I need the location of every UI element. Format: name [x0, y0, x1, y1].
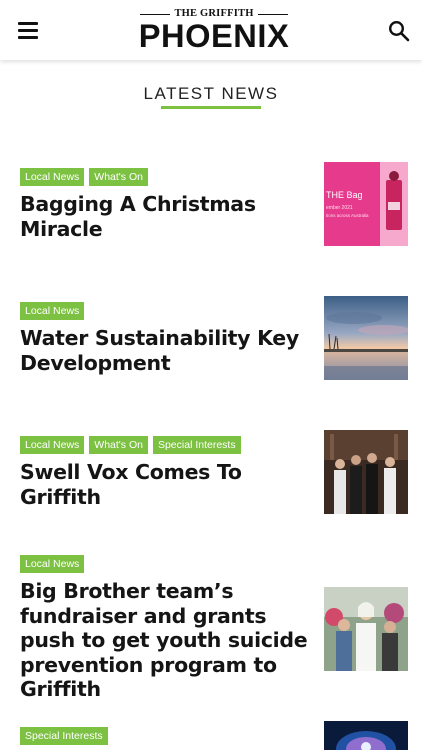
- thumb-text: THE Bag: [326, 190, 363, 200]
- article-tags: Local News What's On Special Interests: [20, 436, 246, 454]
- article-headline[interactable]: Water Sustainability Key Development: [20, 326, 310, 375]
- article-thumbnail[interactable]: THE Bag ember 2021 tions across Australi…: [324, 162, 408, 246]
- article-tags: Local News What's On: [20, 168, 153, 186]
- thumb-subtext-2: tions across Australia: [326, 213, 369, 218]
- tag-local-news[interactable]: Local News: [20, 168, 85, 186]
- tag-local-news[interactable]: Local News: [20, 555, 85, 573]
- thumb-subtext-1: ember 2021: [326, 205, 353, 211]
- section-title: LATEST NEWS: [143, 84, 279, 103]
- search-icon[interactable]: [388, 20, 410, 42]
- article-headline[interactable]: Big Brother team’s fundraiser and grants…: [20, 579, 310, 702]
- article-thumbnail[interactable]: [324, 721, 408, 750]
- article-tags: Special Interests: [20, 727, 113, 745]
- site-header: THE GRIFFITH PHOENIX: [0, 0, 422, 60]
- article-headline[interactable]: Bagging A Christmas Miracle: [20, 192, 310, 241]
- tag-whats-on[interactable]: What's On: [89, 436, 148, 454]
- article-headline[interactable]: Swell Vox Comes To Griffith: [20, 460, 310, 509]
- tag-special-interests[interactable]: Special Interests: [20, 727, 108, 745]
- article-thumbnail[interactable]: [324, 430, 408, 514]
- section-title-underline: [161, 106, 261, 109]
- logo-main-text: PHOENIX: [138, 18, 290, 54]
- site-logo[interactable]: THE GRIFFITH PHOENIX: [126, 8, 302, 52]
- tag-special-interests[interactable]: Special Interests: [152, 436, 241, 454]
- tag-local-news[interactable]: Local News: [20, 302, 85, 320]
- tag-whats-on[interactable]: What's On: [89, 168, 148, 186]
- article-thumbnail[interactable]: [324, 587, 408, 671]
- article-tags: Local News: [20, 555, 89, 573]
- article-thumbnail[interactable]: [324, 296, 408, 380]
- hamburger-menu-icon[interactable]: [18, 22, 38, 39]
- tag-local-news[interactable]: Local News: [20, 436, 85, 454]
- article-tags: Local News: [20, 302, 89, 320]
